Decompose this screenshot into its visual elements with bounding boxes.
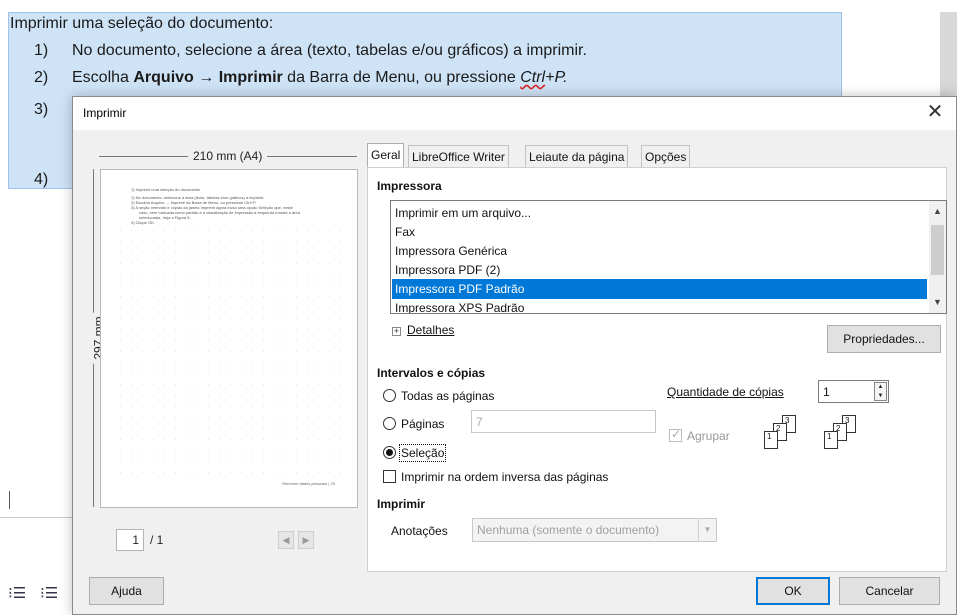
cancel-button[interactable]: Cancelar (839, 577, 940, 605)
chevron-down-icon[interactable]: ▼ (698, 519, 716, 541)
tab-page-layout[interactable]: Leiaute da página (525, 145, 629, 168)
doc-step-1: No documento, selecione a área (texto, t… (72, 42, 587, 59)
help-button[interactable]: Ajuda (89, 577, 164, 605)
printer-option[interactable]: Fax (392, 222, 927, 242)
scroll-up-icon[interactable]: ▲ (929, 203, 946, 220)
preview-grid (115, 225, 343, 480)
dialog-title: Imprimir (83, 106, 127, 120)
preview-text-line: 1) Imprimir uma seleção do documento (131, 188, 201, 192)
doc-divider (0, 517, 75, 518)
ok-button[interactable]: OK (756, 577, 830, 605)
collated-pages-icon: 3 2 1 (764, 415, 804, 451)
close-icon[interactable]: ✕ (922, 100, 948, 126)
preview-text-line: caso, vem marcada como padrão e a visual… (139, 211, 300, 215)
printer-list-scrollbar[interactable]: ▲ ▼ (929, 201, 946, 313)
details-expander[interactable]: + Detalhes (392, 323, 454, 337)
radio-icon (383, 389, 396, 402)
text-cursor (9, 491, 10, 509)
next-page-button[interactable]: ▶ (298, 531, 314, 549)
reverse-order-checkbox[interactable]: Imprimir na ordem inversa das páginas (383, 470, 608, 484)
copies-input[interactable]: 1 ▲ ▼ (818, 380, 889, 403)
printer-option[interactable]: Impressora XPS Padrão (392, 298, 927, 313)
current-page-input[interactable]: 1 (116, 529, 144, 551)
printer-option[interactable]: Impressora Genérica (392, 241, 927, 261)
doc-step-number: 4) (34, 171, 49, 188)
doc-step-number: 1) (34, 42, 49, 59)
preview-text-line: 1) No documento, selecione a área (texto… (131, 196, 265, 200)
checkbox-icon (669, 427, 682, 442)
radio-selected-icon (383, 446, 396, 459)
page-width-label: 210 mm (A4) (188, 149, 268, 163)
scroll-down-icon[interactable]: ▼ (929, 294, 946, 311)
printer-option[interactable]: Imprimir em um arquivo... (392, 203, 927, 223)
tab-general[interactable]: Geral (367, 143, 405, 169)
properties-button[interactable]: Propriedades... (827, 325, 941, 353)
annotations-label: Anotações (391, 524, 448, 538)
doc-step-2: Escolha Arquivo → Imprimir da Barra de M… (72, 69, 568, 86)
annotations-select[interactable]: Nenhuma (somente o documento) ▼ (472, 518, 717, 542)
list-numbered-icon[interactable]: ⁝☰ (40, 584, 58, 602)
total-pages: / 1 (150, 533, 164, 547)
printer-section-title: Impressora (377, 179, 442, 193)
printer-list[interactable]: Imprimir em um arquivo... Fax Impressora… (390, 200, 947, 314)
selection-radio[interactable]: Seleção (383, 444, 447, 462)
collated-pages-icon-2: 3 2 1 (824, 415, 864, 451)
doc-step-number: 3) (34, 101, 49, 118)
doc-step-number: 2) (34, 69, 49, 86)
print-preview-page: 1) Imprimir uma seleção do documento 1) … (100, 169, 358, 508)
ranges-section-title: Intervalos e cópias (377, 366, 486, 380)
preview-text-line: 3) A seção Intervalo e cópias da janela … (131, 206, 293, 210)
copies-label: Quantidade de cópias (667, 385, 784, 399)
prev-page-button[interactable]: ◀ (278, 531, 294, 549)
preview-footer: Remover dados pessoais | 25 (282, 481, 335, 486)
tab-options[interactable]: Opções (641, 145, 691, 168)
scrollbar-thumb[interactable] (931, 225, 944, 275)
preview-text-line: 2) Escolha Arquivo → Imprimir da Barra d… (131, 201, 257, 205)
printer-option-selected[interactable]: Impressora PDF Padrão (392, 279, 927, 299)
print-section-title: Imprimir (377, 497, 426, 511)
copies-stepper[interactable]: ▲ ▼ (874, 382, 887, 401)
collate-checkbox[interactable]: Agrupar (669, 427, 730, 443)
print-dialog: Imprimir ✕ 210 mm (A4) 297 mm 1) Imprimi… (72, 96, 957, 615)
list-bullet-icon[interactable]: ⁝☰ (8, 584, 26, 602)
pages-radio[interactable]: Páginas (383, 417, 444, 431)
printer-option[interactable]: Impressora PDF (2) (392, 260, 927, 280)
preview-text-line: selecionada. Veja a Figura 5. (139, 216, 191, 220)
expand-plus-icon: + (392, 326, 401, 336)
tab-writer[interactable]: LibreOffice Writer (408, 145, 509, 168)
dialog-titlebar[interactable]: Imprimir ✕ (73, 97, 956, 130)
page-height-dimension: 297 mm (87, 169, 106, 507)
checkbox-icon (383, 470, 396, 483)
all-pages-radio[interactable]: Todas as páginas (383, 389, 494, 403)
radio-icon (383, 417, 396, 430)
page-width-dimension: 210 mm (A4) (99, 149, 357, 163)
doc-heading: Imprimir uma seleção do documento: (10, 15, 274, 32)
pages-range-input[interactable]: 7 (471, 410, 656, 433)
